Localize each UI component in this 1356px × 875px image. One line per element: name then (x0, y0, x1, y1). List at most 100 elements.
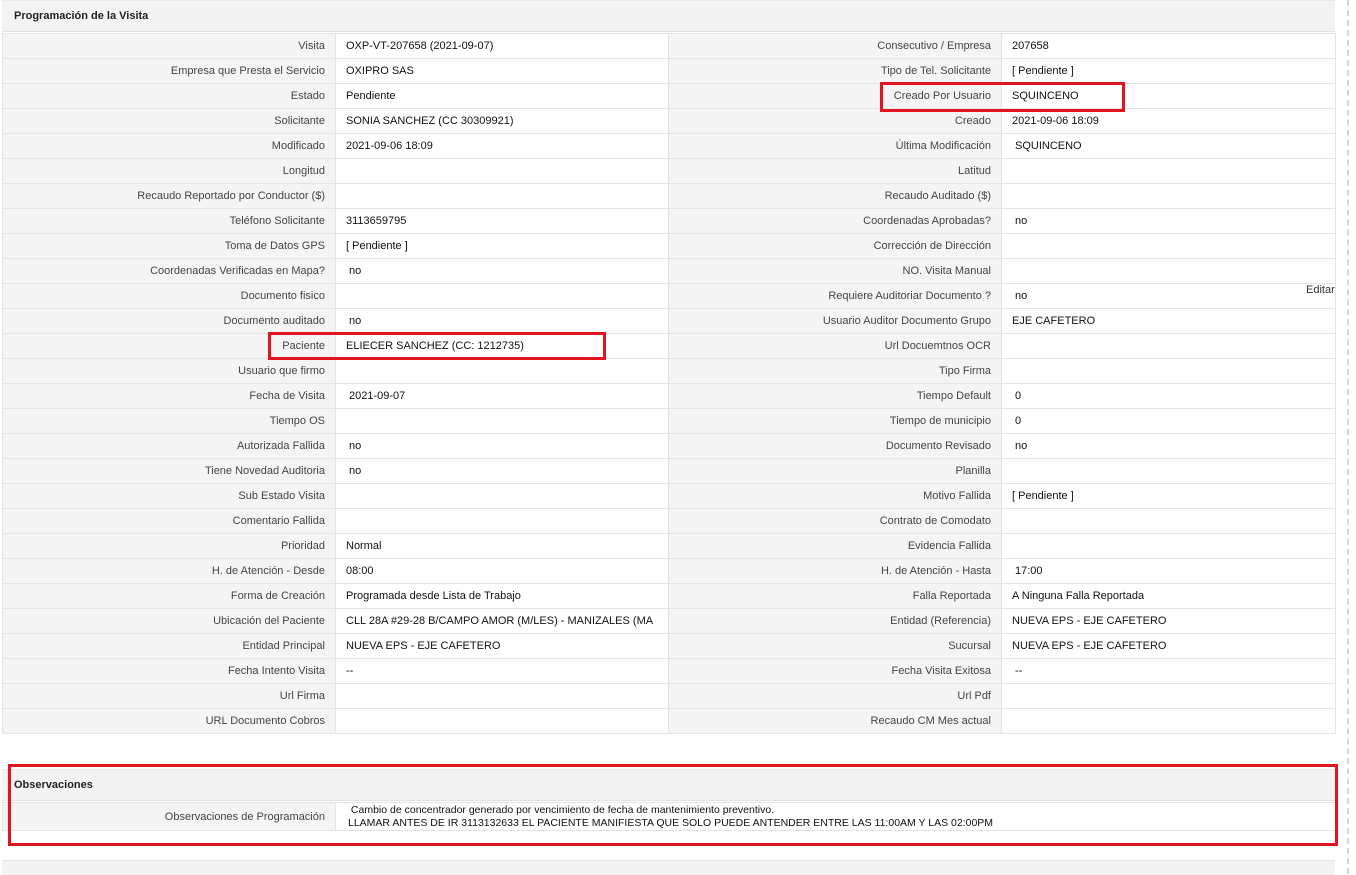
field-value: [ Pendiente ] (335, 233, 669, 259)
field-label: Requiere Auditoriar Documento ? (668, 283, 1002, 309)
field-value: OXP-VT-207658 (2021-09-07) (335, 33, 669, 59)
field-label: Recaudo Auditado ($) (668, 183, 1002, 209)
field-value: A Ninguna Falla Reportada (1001, 583, 1336, 609)
field-value: no (1001, 208, 1336, 234)
field-label: Tipo de Tel. Solicitante (668, 58, 1002, 84)
field-value: NUEVA EPS - EJE CAFETERO (1001, 633, 1336, 659)
field-label: H. de Atención - Hasta (668, 558, 1002, 584)
field-label: Motivo Fallida (668, 483, 1002, 509)
field-label: Toma de Datos GPS (2, 233, 336, 259)
field-value: CLL 28A #29-28 B/CAMPO AMOR (M/LES) - MA… (335, 608, 669, 634)
field-value: 17:00 (1001, 558, 1336, 584)
field-label: Usuario que firmo (2, 358, 336, 384)
observations-table: Observaciones de Programación Cambio de … (2, 802, 1336, 831)
field-value (335, 683, 669, 709)
field-label: Coordenadas Verificadas en Mapa? (2, 258, 336, 284)
field-value: Pendiente (335, 83, 669, 109)
field-label: Usuario Auditor Documento Grupo (668, 308, 1002, 334)
observations-label: Observaciones de Programación (2, 802, 336, 831)
field-label: Creado Por Usuario (668, 83, 1002, 109)
detail-row: Prioridad Normal Evidencia Fallida (2, 533, 1336, 559)
field-label: Url Pdf (668, 683, 1002, 709)
field-value (1001, 158, 1336, 184)
field-value (1001, 708, 1336, 734)
field-label: Sub Estado Visita (2, 483, 336, 509)
field-label: Falla Reportada (668, 583, 1002, 609)
detail-row: Teléfono Solicitante 3113659795 Coordenada… (2, 208, 1336, 234)
detail-row: Modificado 2021-09-06 18:09 Última Modific… (2, 133, 1336, 159)
field-value (335, 158, 669, 184)
field-value: no (335, 458, 669, 484)
edit-link[interactable]: Editar (1306, 284, 1335, 296)
field-value: 2021-09-06 18:09 (1001, 108, 1336, 134)
field-value (335, 183, 669, 209)
field-label: Última Modificación (668, 133, 1002, 159)
field-value (1001, 358, 1336, 384)
field-label: Documento auditado (2, 308, 336, 334)
field-value: 2021-09-06 18:09 (335, 133, 669, 159)
next-section-header (2, 860, 1335, 875)
field-value (1001, 233, 1336, 259)
detail-row: Tiene Novedad Auditoria no Planilla (2, 458, 1336, 484)
field-value (335, 508, 669, 534)
field-value: 207658 (1001, 33, 1336, 59)
field-value (1001, 333, 1336, 359)
field-value (1001, 508, 1336, 534)
detail-row: Documento fisico Requiere Auditoriar Docu… (2, 283, 1336, 309)
detail-row: Entidad Principal NUEVA EPS - EJE CAFETER… (2, 633, 1336, 659)
field-label: Documento fisico (2, 283, 336, 309)
field-label: Documento Revisado (668, 433, 1002, 459)
field-value: [ Pendiente ] (1001, 58, 1336, 84)
field-value: -- (335, 658, 669, 684)
detail-row: Longitud Latitud (2, 158, 1336, 184)
field-label: Fecha Visita Exitosa (668, 658, 1002, 684)
field-value: 0 (1001, 383, 1336, 409)
field-label: Modificado (2, 133, 336, 159)
field-label: Tiempo de municipio (668, 408, 1002, 434)
detail-row: Ubicación del Paciente CLL 28A #29-28 B/C… (2, 608, 1336, 634)
field-label: Empresa que Presta el Servicio (2, 58, 336, 84)
detail-row: Url Firma Url Pdf (2, 683, 1336, 709)
field-value: no (335, 258, 669, 284)
field-label: Estado (2, 83, 336, 109)
observations-line-1: Cambio de concentrador generado por venc… (348, 803, 775, 816)
field-label: Prioridad (2, 533, 336, 559)
field-label: Longitud (2, 158, 336, 184)
field-value (1001, 458, 1336, 484)
field-label: Tiene Novedad Auditoria (2, 458, 336, 484)
field-label: NO. Visita Manual (668, 258, 1002, 284)
field-value (1001, 683, 1336, 709)
field-value: 2021-09-07 (335, 383, 669, 409)
field-label: Ubicación del Paciente (2, 608, 336, 634)
detail-row: Documento auditado no Usuario Auditor Docu… (2, 308, 1336, 334)
field-label: Entidad (Referencia) (668, 608, 1002, 634)
field-label: Coordenadas Aprobadas? (668, 208, 1002, 234)
field-value: 08:00 (335, 558, 669, 584)
field-value: OXIPRO SAS (335, 58, 669, 84)
field-value: Normal (335, 533, 669, 559)
field-label: Comentario Fallida (2, 508, 336, 534)
section-title: Programación de la Visita (14, 10, 149, 22)
field-value: Programada desde Lista de Trabajo (335, 583, 669, 609)
observations-title: Observaciones (14, 779, 93, 791)
detail-row: Empresa que Presta el Servicio OXIPRO SAS… (2, 58, 1336, 84)
section-header-programacion: Programación de la Visita (2, 0, 1335, 32)
detail-row: Solicitante SONIA SANCHEZ (CC 30309921) Cr… (2, 108, 1336, 134)
field-value: NUEVA EPS - EJE CAFETERO (335, 633, 669, 659)
field-label: Fecha Intento Visita (2, 658, 336, 684)
field-label: Tipo Firma (668, 358, 1002, 384)
field-label: Planilla (668, 458, 1002, 484)
detail-row: Fecha Intento Visita -- Fecha Visita Exito… (2, 658, 1336, 684)
detail-row: Paciente ELIECER SANCHEZ (CC: 1212735) Url… (2, 333, 1336, 359)
field-value: no (335, 433, 669, 459)
section-header-observaciones: Observaciones (2, 769, 1335, 801)
field-value: NUEVA EPS - EJE CAFETERO (1001, 608, 1336, 634)
detail-row: Usuario que firmo Tipo Firma (2, 358, 1336, 384)
field-value (335, 408, 669, 434)
detail-row: Toma de Datos GPS[ Pendiente ] Corrección… (2, 233, 1336, 259)
field-label: Tiempo OS (2, 408, 336, 434)
detail-row: H. de Atención - Desde 08:00 H. de Atenció… (2, 558, 1336, 584)
field-value: [ Pendiente ] (1001, 483, 1336, 509)
observations-row: Observaciones de Programación Cambio de … (2, 802, 1336, 831)
detail-row: URL Documento Cobros Recaudo CM Mes actua… (2, 708, 1336, 734)
